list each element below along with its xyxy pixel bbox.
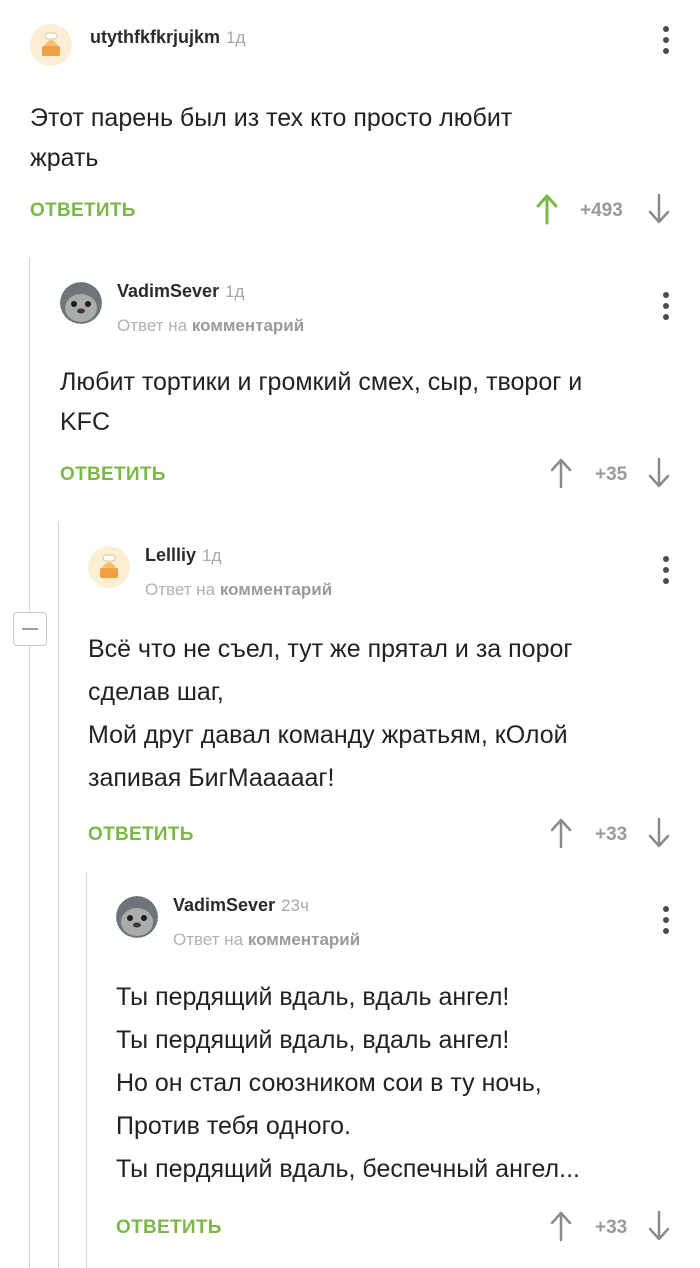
comment-text-line: запивая БигМаааааг!	[88, 764, 335, 792]
comment-time: 1д	[225, 282, 245, 301]
vote-score: +33	[595, 1217, 628, 1238]
collapse-thread-button[interactable]	[13, 612, 47, 646]
comment-text-line: KFC	[60, 408, 110, 436]
comment-text-line: Но он стал союзником сои в ту ночь,	[116, 1069, 542, 1097]
more-options-icon[interactable]	[662, 292, 670, 328]
downvote-arrow-icon[interactable]	[648, 457, 670, 489]
comment-text: Любит тортики и громкий смех, сыр, творо…	[60, 362, 670, 442]
reply-button[interactable]: ОТВЕТИТЬ	[30, 200, 136, 222]
downvote-arrow-icon[interactable]	[648, 1210, 670, 1242]
comment-text-line: сделав шаг,	[88, 678, 224, 706]
comment-text-line: жрать	[30, 144, 99, 172]
comment-text-line: Ты пердящий вдаль, вдаль ангел!	[116, 1026, 510, 1054]
comment-text-line: Мой друг давал команду жратьям, кОлой	[88, 721, 568, 749]
reply-button[interactable]: ОТВЕТИТЬ	[60, 464, 166, 486]
vote-controls: +33	[550, 1207, 670, 1247]
seal-avatar-icon[interactable]	[116, 896, 158, 938]
seal-avatar-icon[interactable]	[60, 282, 102, 324]
reply-button[interactable]: ОТВЕТИТЬ	[88, 824, 194, 846]
reply-to-link[interactable]: Ответ на комментарий	[117, 316, 304, 336]
thread-line-level-3[interactable]	[86, 872, 87, 1268]
upvote-arrow-icon[interactable]	[550, 457, 572, 489]
comment-text: Этот парень был из тех кто просто любит …	[30, 98, 670, 178]
upvote-arrow-icon[interactable]	[550, 817, 572, 849]
vote-score: +35	[595, 464, 628, 485]
comment-text-line: Всё что не съел, тут же прятал и за поро…	[88, 635, 573, 663]
downvote-arrow-icon[interactable]	[648, 193, 670, 225]
more-options-icon[interactable]	[662, 26, 670, 62]
comment-4: VadimSever 23ч Ответ на комментарий Ты пе…	[116, 892, 670, 1247]
vote-score: +33	[595, 824, 628, 845]
comment-text: Ты пердящий вдаль, вдаль ангел! Ты пердя…	[116, 976, 670, 1191]
comment-time: 1д	[202, 546, 222, 565]
reply-button[interactable]: ОТВЕТИТЬ	[116, 1217, 222, 1239]
comment-text-line: Любит тортики и громкий смех, сыр, творо…	[60, 368, 583, 396]
upvote-arrow-icon[interactable]	[536, 193, 558, 225]
vote-controls: +493	[536, 190, 670, 230]
comment-time: 1д	[226, 28, 246, 47]
comment-3: Lellliy 1д Ответ на комментарий Всё что н…	[88, 542, 670, 854]
more-options-icon[interactable]	[662, 906, 670, 942]
vote-controls: +35	[550, 454, 670, 494]
thread-line-level-2[interactable]	[58, 522, 59, 1268]
author-name[interactable]: utythfkfkrjujkm 1д	[90, 27, 245, 48]
comment-text-line: Против тебя одного.	[116, 1112, 351, 1140]
downvote-arrow-icon[interactable]	[648, 817, 670, 849]
vote-score: +493	[580, 200, 623, 221]
author-name[interactable]: Lellliy 1д	[145, 545, 221, 566]
comment-time: 23ч	[281, 896, 309, 915]
reply-to-link[interactable]: Ответ на комментарий	[173, 930, 360, 950]
more-options-icon[interactable]	[662, 556, 670, 592]
default-avatar-icon[interactable]	[88, 546, 130, 588]
comment-text: Всё что не съел, тут же прятал и за поро…	[88, 628, 670, 800]
vote-controls: +33	[550, 814, 670, 854]
comment-text-line: Этот парень был из тех кто просто любит	[30, 104, 513, 132]
comment-text-line: Ты пердящий вдаль, беспечный ангел...	[116, 1155, 580, 1183]
default-avatar-icon[interactable]	[30, 24, 72, 66]
reply-to-link[interactable]: Ответ на комментарий	[145, 580, 332, 600]
thread-line-level-1[interactable]	[29, 258, 30, 1268]
author-name[interactable]: VadimSever 23ч	[173, 895, 309, 916]
upvote-arrow-icon[interactable]	[550, 1210, 572, 1242]
minus-icon	[22, 628, 38, 630]
comment-1: utythfkfkrjujkm 1д Этот парень был из тех…	[30, 24, 670, 230]
comment-2: VadimSever 1д Ответ на комментарий Любит …	[60, 278, 670, 494]
author-name[interactable]: VadimSever 1д	[117, 281, 244, 302]
comment-text-line: Ты пердящий вдаль, вдаль ангел!	[116, 983, 510, 1011]
